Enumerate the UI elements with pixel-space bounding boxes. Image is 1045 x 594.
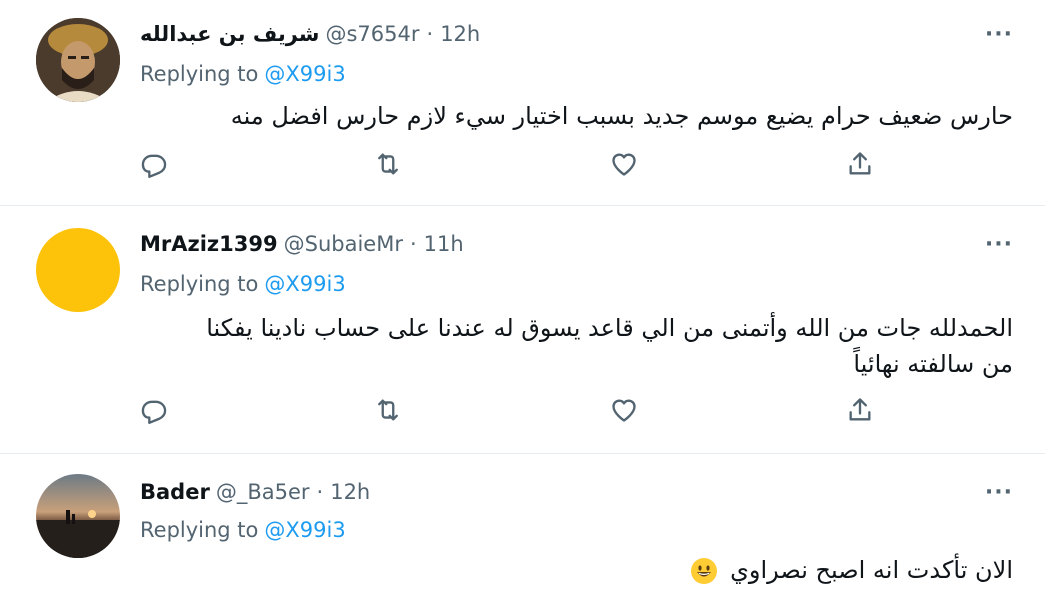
tweet-text-content: الان تأكدت انه اصبح نصراوي (730, 556, 1013, 584)
more-options-icon[interactable]: ··· (985, 232, 1013, 257)
user-handle[interactable]: @_Ba5er (216, 480, 310, 504)
replying-to-mention[interactable]: @X99i3 (264, 518, 345, 542)
like-button[interactable] (610, 396, 642, 428)
share-icon (849, 398, 871, 421)
retweet-icon (378, 153, 398, 175)
replying-to-mention[interactable]: @X99i3 (264, 62, 345, 86)
reply-icon (141, 154, 167, 178)
replying-to-mention[interactable]: @X99i3 (264, 272, 345, 296)
replying-to-line: Replying to @X99i3 (140, 518, 346, 542)
share-button[interactable] (846, 150, 878, 182)
more-options-icon[interactable]: ··· (985, 480, 1013, 505)
tweet-actions (140, 150, 880, 182)
user-avatar[interactable] (36, 474, 120, 558)
timestamp[interactable]: 12h (440, 22, 480, 46)
tweet-header: MrAziz1399 @SubaieMr · 11h (140, 232, 464, 256)
display-name[interactable]: MrAziz1399 (140, 232, 278, 256)
separator-dot: · (426, 22, 434, 46)
heart-icon (612, 399, 636, 422)
share-button[interactable] (846, 396, 878, 428)
reply-tweet-2[interactable]: MrAziz1399 @SubaieMr · 11h ··· Replying … (0, 206, 1045, 454)
separator-dot: · (409, 232, 417, 256)
replying-to-line: Replying to @X99i3 (140, 62, 346, 86)
timestamp[interactable]: 11h (424, 232, 464, 256)
timestamp[interactable]: 12h (330, 480, 370, 504)
retweet-icon (378, 399, 398, 421)
user-handle[interactable]: @s7654r (325, 22, 419, 46)
reply-icon (141, 400, 167, 424)
replying-to-label: Replying to (140, 518, 259, 542)
reply-tweet-1[interactable]: شريف بن عبدالله @s7654r · 12h ··· Replyi… (0, 0, 1045, 206)
display-name[interactable]: Bader (140, 480, 210, 504)
reply-tweet-3[interactable]: Bader @_Ba5er · 12h ··· Replying to @X99i… (0, 454, 1045, 594)
replying-to-label: Replying to (140, 62, 259, 86)
share-icon (849, 152, 871, 175)
replying-to-line: Replying to @X99i3 (140, 272, 346, 296)
retweet-button[interactable] (374, 396, 406, 428)
reply-button[interactable] (140, 150, 172, 182)
separator-dot: · (316, 480, 324, 504)
tweet-text: الحمدلله جات من الله وأتمنى من الي قاعد … (133, 310, 1013, 382)
tweet-text-line-1: الحمدلله جات من الله وأتمنى من الي قاعد … (206, 314, 1013, 342)
person-photo-avatar-icon (36, 18, 120, 102)
tweet-actions (140, 396, 880, 428)
reply-button[interactable] (140, 396, 172, 428)
heart-icon (612, 153, 636, 176)
retweet-button[interactable] (374, 150, 406, 182)
tweet-text: الان تأكدت انه اصبح نصراوي (133, 552, 1013, 588)
user-avatar[interactable] (36, 228, 120, 312)
more-options-icon[interactable]: ··· (985, 22, 1013, 47)
tweet-text-line-2: من سالفته نهائياً (853, 350, 1013, 378)
like-button[interactable] (610, 150, 642, 182)
user-handle[interactable]: @SubaieMr (284, 232, 403, 256)
replying-to-label: Replying to (140, 272, 259, 296)
sunset-landscape-avatar-icon (36, 474, 120, 558)
tweet-header: شريف بن عبدالله @s7654r · 12h (140, 22, 480, 46)
tweet-header: Bader @_Ba5er · 12h (140, 480, 370, 504)
grinning-face-emoji-icon (691, 558, 718, 584)
display-name[interactable]: شريف بن عبدالله (140, 22, 319, 46)
user-avatar[interactable] (36, 18, 120, 102)
tweet-text: حارس ضعيف حرام يضيع موسم جديد بسبب اختيا… (230, 102, 1013, 130)
